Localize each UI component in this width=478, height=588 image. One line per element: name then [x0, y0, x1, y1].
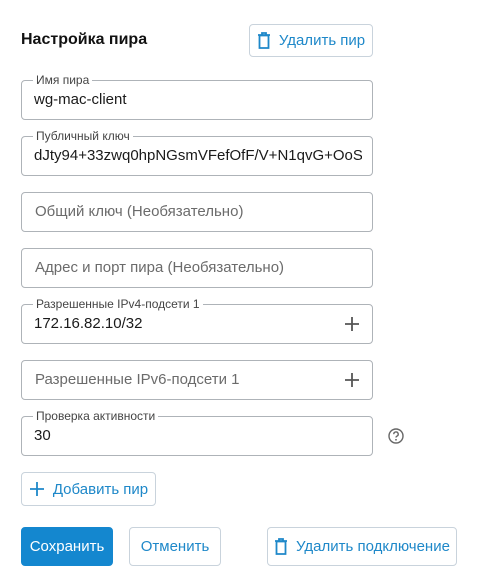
peer-name-value: wg-mac-client: [34, 91, 127, 108]
endpoint-placeholder: Адрес и порт пира (Необязательно): [35, 259, 285, 276]
add-peer-button[interactable]: Добавить пир: [21, 472, 156, 506]
allowed-ipv6-placeholder: Разрешенные IPv6-подсети 1: [35, 371, 240, 388]
cancel-label: Отменить: [140, 538, 210, 555]
endpoint-field[interactable]: Адрес и порт пира (Необязательно): [21, 248, 373, 288]
plus-icon: [29, 481, 45, 497]
save-button[interactable]: Сохранить: [21, 527, 113, 566]
save-label: Сохранить: [29, 538, 105, 555]
plus-icon[interactable]: [344, 316, 360, 332]
peer-name-field[interactable]: Имя пира wg-mac-client: [21, 73, 373, 120]
keepalive-field[interactable]: Проверка активности 30: [21, 409, 373, 456]
delete-connection-button[interactable]: Удалить подключение: [267, 527, 457, 566]
preshared-key-placeholder: Общий ключ (Необязательно): [35, 203, 244, 220]
delete-peer-label: Удалить пир: [278, 32, 366, 49]
cancel-button[interactable]: Отменить: [129, 527, 221, 566]
allowed-ipv6-field[interactable]: Разрешенные IPv6-подсети 1: [21, 360, 373, 400]
add-peer-label: Добавить пир: [52, 480, 149, 498]
allowed-ipv4-field[interactable]: Разрешенные IPv4-подсети 1 172.16.82.10/…: [21, 297, 373, 344]
allowed-ipv4-value: 172.16.82.10/32: [34, 315, 143, 332]
public-key-value: dJty94+33zwq0hpNGsmVFefOfF/V+N1qvG+OoSmX: [34, 147, 362, 164]
plus-icon[interactable]: [344, 372, 360, 388]
help-circle-icon[interactable]: [388, 428, 404, 444]
keepalive-value: 30: [34, 427, 51, 444]
trash-icon: [257, 32, 271, 49]
preshared-key-field[interactable]: Общий ключ (Необязательно): [21, 192, 373, 232]
trash-icon: [274, 538, 288, 555]
delete-connection-label: Удалить подключение: [296, 538, 450, 555]
page-title: Настройка пира: [21, 31, 148, 48]
delete-peer-button[interactable]: Удалить пир: [249, 24, 373, 57]
public-key-field[interactable]: Публичный ключ dJty94+33zwq0hpNGsmVFefOf…: [21, 129, 373, 176]
